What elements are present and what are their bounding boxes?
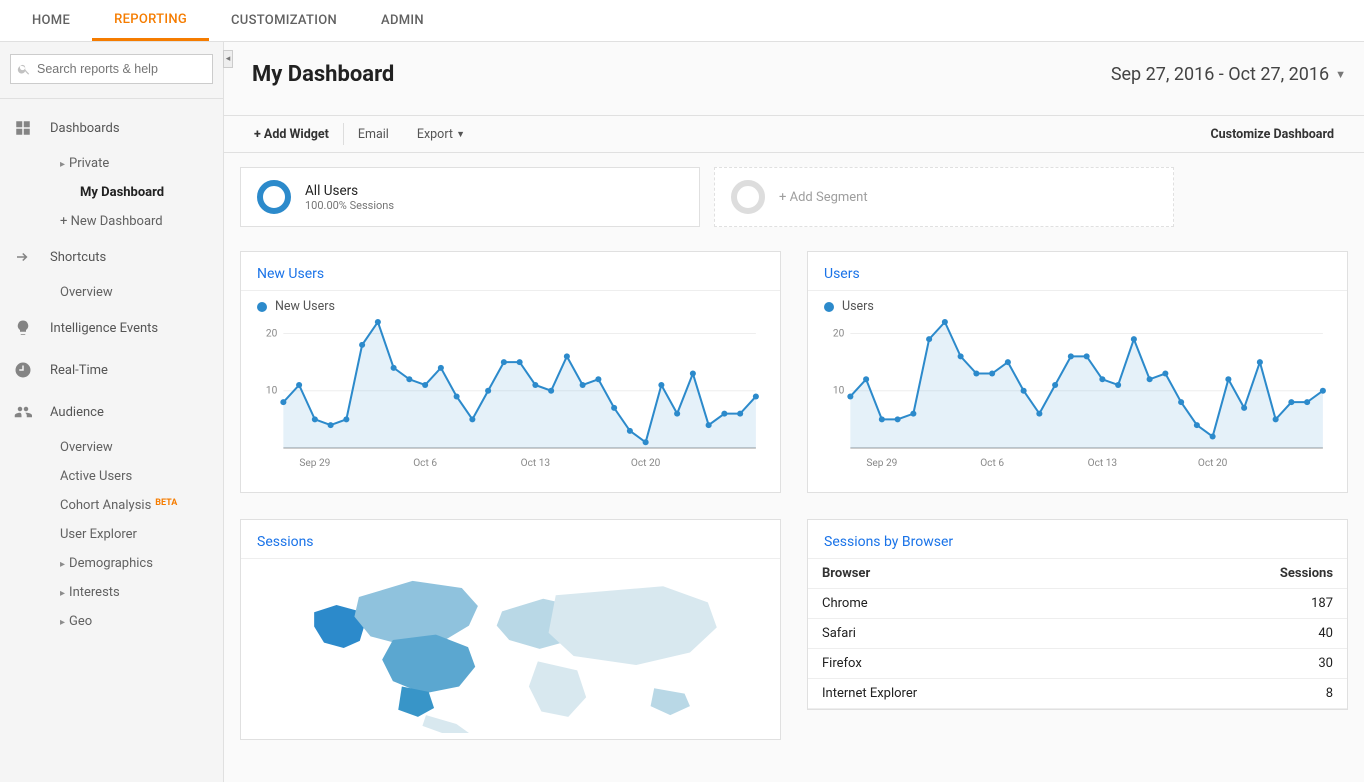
svg-text:20: 20 (266, 329, 278, 340)
sidebar-item-user-explorer[interactable]: User Explorer (0, 520, 223, 549)
svg-text:Oct 13: Oct 13 (1088, 458, 1117, 469)
date-range-label: Sep 27, 2016 - Oct 27, 2016 (1111, 64, 1329, 85)
svg-text:10: 10 (833, 386, 845, 397)
table-row[interactable]: Safari40 (808, 619, 1347, 649)
beta-badge: BETA (155, 498, 177, 508)
legend-label: New Users (275, 299, 335, 314)
add-segment-button[interactable]: + Add Segment (714, 167, 1174, 227)
legend-label: Users (842, 299, 874, 314)
caret-icon: ▸ (60, 617, 65, 628)
sidebar: Dashboards▸PrivateMy Dashboard+ New Dash… (0, 42, 224, 782)
sidebar-section-shortcuts[interactable]: Shortcuts (0, 236, 223, 278)
sidebar-item-my-dashboard[interactable]: My Dashboard (0, 178, 223, 207)
date-range-picker[interactable]: Sep 27, 2016 - Oct 27, 2016 ▼ (1111, 64, 1346, 85)
search-input-wrap[interactable] (10, 54, 213, 84)
browser-table: Browser Sessions Chrome187Safari40Firefo… (808, 559, 1347, 709)
widget-users: Users Users 10 20 Sep 29 Oct 6 Oct 13 Oct 20 (807, 251, 1348, 493)
svg-text:Sep 29: Sep 29 (866, 458, 897, 469)
toolbar: + Add Widget Email Export ▼ Customize Da… (224, 115, 1364, 153)
add-segment-label: + Add Segment (779, 190, 868, 205)
tab-customization[interactable]: CUSTOMIZATION (209, 0, 359, 41)
table-row[interactable]: Firefox30 (808, 649, 1347, 679)
widget-title[interactable]: Sessions by Browser (808, 520, 1347, 559)
legend-dot (824, 302, 834, 312)
tab-admin[interactable]: ADMIN (359, 0, 446, 41)
email-button[interactable]: Email (344, 116, 403, 152)
sidebar-section-real-time[interactable]: Real-Time (0, 349, 223, 391)
add-widget-button[interactable]: + Add Widget (240, 116, 343, 152)
sidebar-item-private[interactable]: ▸Private (0, 149, 223, 178)
sidebar-collapse-handle[interactable] (223, 50, 233, 68)
tab-reporting[interactable]: REPORTING (92, 0, 209, 41)
donut-icon (257, 180, 291, 214)
segment-all-users[interactable]: All Users 100.00% Sessions (240, 167, 700, 227)
sidebar-item-overview[interactable]: Overview (0, 278, 223, 307)
widget-title[interactable]: Users (808, 252, 1347, 291)
table-header-browser[interactable]: Browser (808, 559, 1133, 589)
sidebar-section-audience[interactable]: Audience (0, 391, 223, 433)
svg-text:Oct 13: Oct 13 (521, 458, 550, 469)
svg-text:10: 10 (266, 386, 278, 397)
caret-icon: ▸ (60, 559, 65, 570)
sidebar-item-geo[interactable]: ▸Geo (0, 607, 223, 636)
legend-dot (257, 302, 267, 312)
table-row[interactable]: Internet Explorer8 (808, 679, 1347, 709)
chevron-down-icon: ▼ (1335, 68, 1346, 81)
donut-icon (731, 180, 765, 214)
page-title: My Dashboard (252, 62, 394, 87)
svg-text:Oct 6: Oct 6 (980, 458, 1004, 469)
export-button[interactable]: Export ▼ (403, 116, 479, 152)
widget-new-users: New Users New Users 10 20 Sep 29 Oct 6 Oct 1… (240, 251, 781, 493)
svg-text:Oct 6: Oct 6 (413, 458, 437, 469)
table-row[interactable]: Chrome187 (808, 589, 1347, 619)
sidebar-item-overview[interactable]: Overview (0, 433, 223, 462)
sidebar-item--new-dashboard[interactable]: + New Dashboard (0, 207, 223, 236)
caret-icon: ▸ (60, 588, 65, 599)
world-map (241, 559, 780, 739)
widget-title[interactable]: Sessions (241, 520, 780, 559)
svg-text:Oct 20: Oct 20 (631, 458, 661, 469)
customize-dashboard-button[interactable]: Customize Dashboard (1197, 116, 1349, 152)
chevron-down-icon: ▼ (456, 129, 465, 140)
sidebar-section-intelligence-events[interactable]: Intelligence Events (0, 307, 223, 349)
sidebar-item-cohort-analysis[interactable]: Cohort AnalysisBETA (0, 491, 223, 520)
caret-icon: ▸ (60, 159, 65, 170)
svg-text:Sep 29: Sep 29 (299, 458, 330, 469)
top-nav: HOME REPORTING CUSTOMIZATION ADMIN (0, 0, 1364, 42)
segment-sub: 100.00% Sessions (305, 199, 394, 212)
search-input[interactable] (11, 55, 212, 83)
tab-home[interactable]: HOME (10, 0, 92, 41)
table-header-sessions[interactable]: Sessions (1133, 559, 1347, 589)
segment-title: All Users (305, 183, 394, 199)
widget-sessions-by-browser: Sessions by Browser Browser Sessions Chr… (807, 519, 1348, 710)
sidebar-item-active-users[interactable]: Active Users (0, 462, 223, 491)
line-chart: 10 20 Sep 29 Oct 6 Oct 13 Oct 20 (257, 316, 764, 474)
sidebar-section-dashboards[interactable]: Dashboards (0, 107, 223, 149)
widget-sessions: Sessions (240, 519, 781, 740)
line-chart: 10 20 Sep 29 Oct 6 Oct 13 Oct 20 (824, 316, 1331, 474)
search-icon (17, 62, 31, 76)
main: My Dashboard Sep 27, 2016 - Oct 27, 2016… (224, 42, 1364, 782)
svg-text:Oct 20: Oct 20 (1198, 458, 1228, 469)
svg-text:20: 20 (833, 329, 845, 340)
widget-title[interactable]: New Users (241, 252, 780, 291)
sidebar-item-demographics[interactable]: ▸Demographics (0, 549, 223, 578)
sidebar-item-interests[interactable]: ▸Interests (0, 578, 223, 607)
